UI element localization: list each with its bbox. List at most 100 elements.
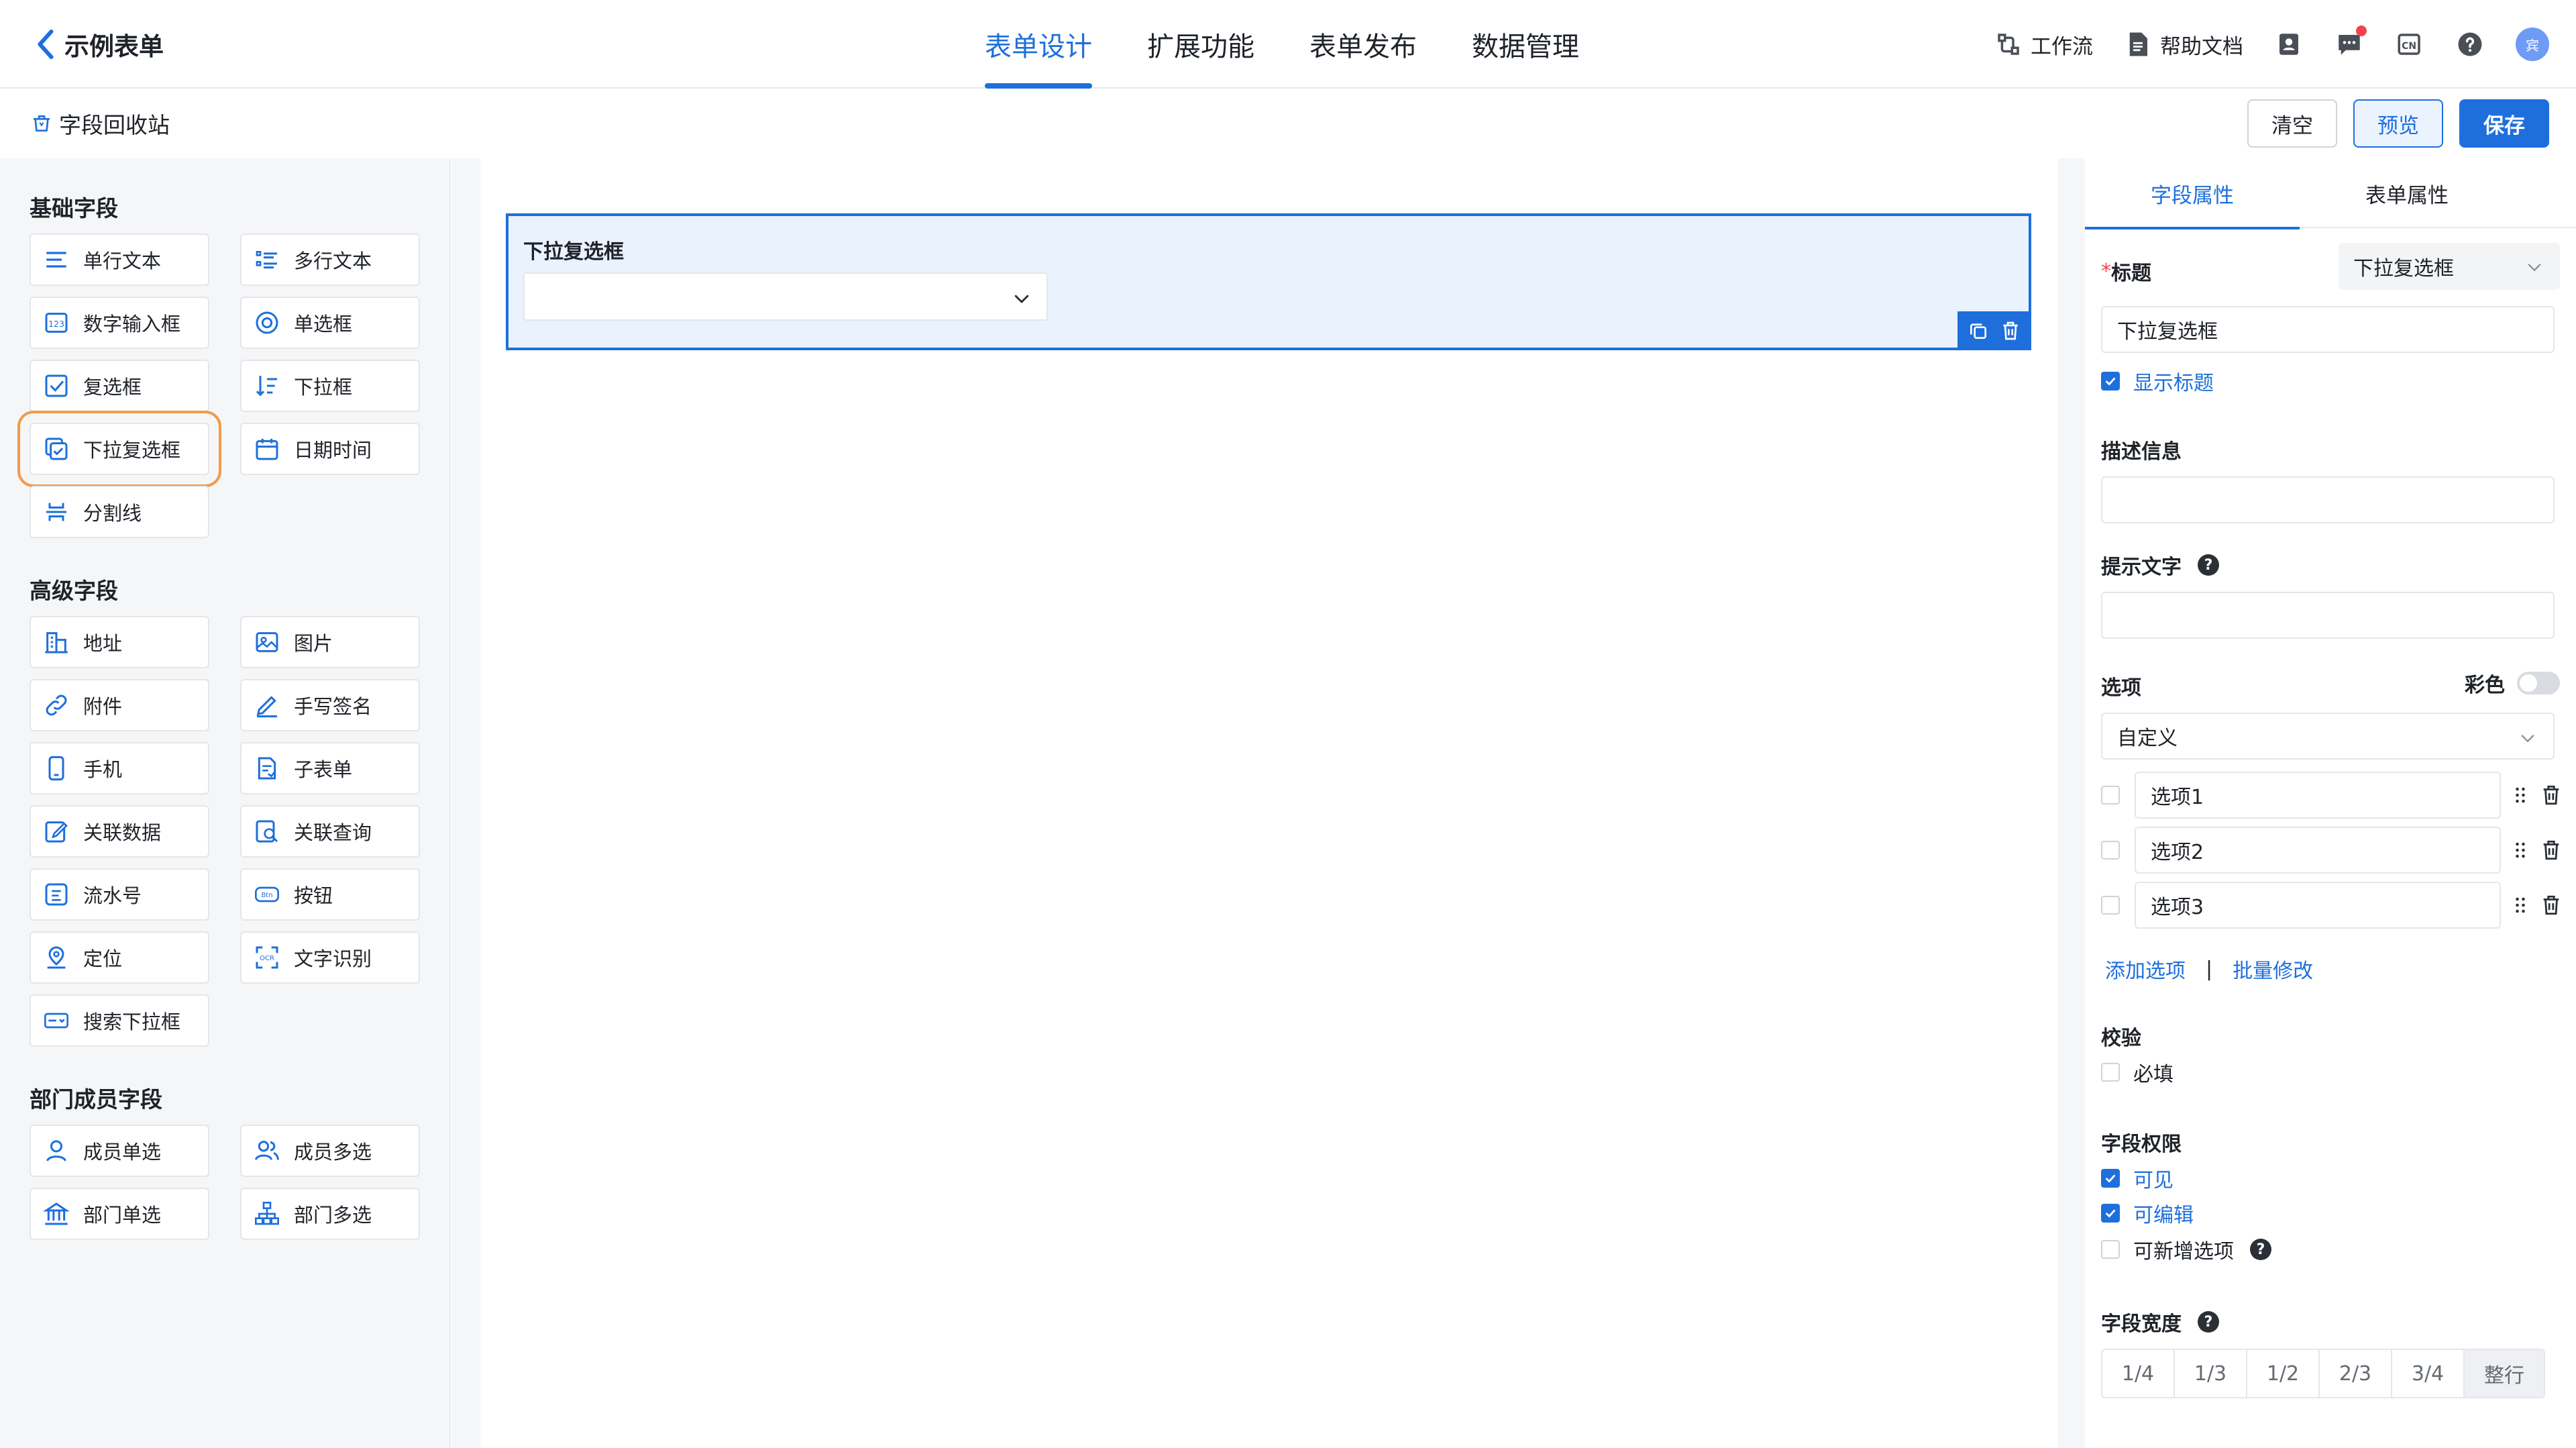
chevron-down-icon [2528, 264, 2541, 272]
options-source-select[interactable]: 自定义 [2101, 713, 2555, 760]
width-option[interactable]: 1/3 [2175, 1350, 2247, 1397]
preview-button[interactable]: 预览 [2353, 99, 2443, 148]
field-ocr[interactable]: OCR 文字识别 [240, 931, 420, 984]
trash-icon[interactable] [2540, 783, 2563, 807]
allow-new-options-checkbox[interactable]: 可新增选项 ? [2101, 1236, 2271, 1263]
width-option[interactable]: 1/2 [2247, 1350, 2320, 1397]
field-serial-number[interactable]: 流水号 [30, 868, 209, 921]
add-option-link[interactable]: 添加选项 [2105, 954, 2186, 984]
show-title-checkbox[interactable]: 显示标题 [2101, 368, 2214, 395]
field-checkbox[interactable]: 复选框 [30, 360, 209, 412]
back-button[interactable]: 示例表单 [32, 24, 164, 64]
field-member-single[interactable]: 成员单选 [30, 1125, 209, 1177]
svg-text:CN: CN [2402, 41, 2416, 52]
group-title-basic: 基础字段 [30, 195, 118, 221]
drag-handle-icon[interactable] [2510, 893, 2530, 917]
field-department-single[interactable]: 部门单选 [30, 1188, 209, 1240]
width-option[interactable]: 2/3 [2320, 1350, 2392, 1397]
language-button[interactable]: CN [2395, 30, 2424, 59]
contacts-button[interactable] [2274, 30, 2304, 59]
field-single-line-text[interactable]: 单行文本 [30, 234, 209, 286]
messages-button[interactable] [2334, 25, 2367, 59]
field-search-dropdown[interactable]: 搜索下拉框 [30, 994, 209, 1047]
copy-icon[interactable] [1968, 320, 1989, 342]
tab-data-management[interactable]: 数据管理 [1472, 0, 1579, 89]
user-avatar[interactable]: 宾 [2516, 28, 2549, 61]
search-doc-icon [256, 820, 278, 843]
required-checkbox[interactable]: 必填 [2101, 1059, 2174, 1086]
image-icon [256, 632, 278, 652]
question-icon[interactable]: ? [2198, 1311, 2219, 1333]
placeholder-input[interactable] [2101, 592, 2555, 639]
drag-handle-icon[interactable] [2510, 838, 2530, 862]
workflow-button[interactable]: 工作流 [1994, 30, 2093, 60]
form-canvas[interactable]: 下拉复选框 [480, 158, 2058, 1448]
batch-edit-link[interactable]: 批量修改 [2233, 954, 2313, 984]
field-dropdown[interactable]: 下拉框 [240, 360, 420, 412]
visible-checkbox[interactable]: 可见 [2101, 1165, 2174, 1192]
tab-form-publish[interactable]: 表单发布 [1309, 0, 1417, 89]
field-signature[interactable]: 手写签名 [240, 679, 420, 731]
field-radio[interactable]: 单选框 [240, 297, 420, 349]
help-button[interactable] [2455, 30, 2485, 59]
field-recycle-bin-button[interactable]: 字段回收站 [31, 106, 170, 141]
width-option[interactable]: 3/4 [2392, 1350, 2465, 1397]
field-type-select[interactable]: 下拉复选框 [2339, 243, 2560, 290]
save-button[interactable]: 保存 [2459, 99, 2549, 148]
delete-icon[interactable] [2000, 320, 2021, 342]
field-card-select[interactable] [523, 272, 1048, 321]
separator: | [2206, 957, 2213, 981]
clear-button[interactable]: 清空 [2247, 99, 2337, 148]
question-icon[interactable]: ? [2250, 1239, 2271, 1260]
help-docs-button[interactable]: 帮助文档 [2124, 30, 2243, 60]
institution-icon [43, 1202, 70, 1225]
trash-icon[interactable] [2540, 838, 2563, 862]
field-label: 搜索下拉框 [83, 1011, 181, 1033]
field-member-multi[interactable]: 成员多选 [240, 1125, 420, 1177]
field-location[interactable]: 定位 [30, 931, 209, 984]
field-datetime[interactable]: 日期时间 [240, 423, 420, 475]
field-image[interactable]: 图片 [240, 616, 420, 668]
field-multi-line-text[interactable]: 多行文本 [240, 234, 420, 286]
option-input[interactable]: 选项3 [2135, 882, 2501, 929]
colorful-toggle[interactable] [2517, 672, 2560, 694]
field-number-input[interactable]: 123 数字输入框 [30, 297, 209, 349]
field-related-data[interactable]: 关联数据 [30, 805, 209, 858]
option-row: 选项3 [2101, 882, 2571, 929]
option-checkbox[interactable] [2101, 896, 2120, 915]
field-divider[interactable]: 分割线 [30, 486, 209, 538]
field-label: 部门单选 [83, 1204, 162, 1227]
tab-form-properties[interactable]: 表单属性 [2300, 158, 2514, 228]
trash-icon[interactable] [2540, 893, 2563, 917]
option-checkbox[interactable] [2101, 841, 2120, 860]
question-icon[interactable]: ? [2198, 554, 2219, 576]
width-option[interactable]: 1/4 [2102, 1350, 2175, 1397]
field-button[interactable]: Btn 按钮 [240, 868, 420, 921]
option-input[interactable]: 选项1 [2135, 772, 2501, 819]
field-subform[interactable]: 子表单 [240, 742, 420, 794]
tab-field-properties[interactable]: 字段属性 [2085, 158, 2300, 229]
width-option-selected[interactable]: 整行 [2465, 1350, 2544, 1397]
option-checkbox[interactable] [2101, 786, 2120, 805]
field-address[interactable]: 地址 [30, 616, 209, 668]
title-label: * 标题 [2101, 256, 2151, 286]
tab-extensions[interactable]: 扩展功能 [1147, 0, 1254, 89]
option-input[interactable]: 选项2 [2135, 827, 2501, 874]
check-icon [2105, 1174, 2116, 1183]
field-attachment[interactable]: 附件 [30, 679, 209, 731]
field-label: 按钮 [294, 884, 333, 907]
field-dropdown-checkbox[interactable]: 下拉复选框 [17, 411, 221, 487]
field-mobile[interactable]: 手机 [30, 742, 209, 794]
number-icon: 123 [45, 313, 68, 333]
description-input[interactable] [2101, 476, 2555, 523]
option-row: 选项2 [2101, 827, 2571, 874]
title-input[interactable]: 下拉复选框 [2101, 306, 2555, 353]
field-related-query[interactable]: 关联查询 [240, 805, 420, 858]
selected-field-card[interactable]: 下拉复选框 [506, 213, 2031, 350]
svg-text:123: 123 [48, 319, 64, 329]
field-department-multi[interactable]: 部门多选 [240, 1188, 420, 1240]
drag-handle-icon[interactable] [2510, 783, 2530, 807]
tab-form-design[interactable]: 表单设计 [985, 0, 1092, 89]
editable-checkbox[interactable]: 可编辑 [2101, 1200, 2194, 1227]
field-card-tools [1957, 311, 2031, 350]
